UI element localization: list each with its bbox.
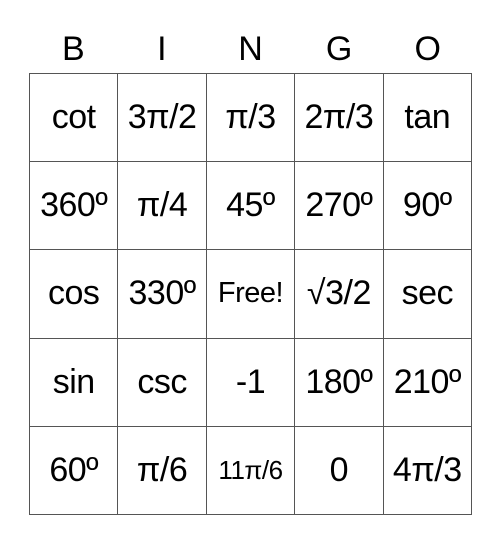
bingo-cell[interactable]: -1 <box>206 338 296 427</box>
bingo-header: B I N G O <box>29 26 472 72</box>
bingo-cell[interactable]: cot <box>30 74 119 163</box>
bingo-cell[interactable]: π/4 <box>118 162 207 251</box>
header-letter-o: O <box>414 30 441 68</box>
bingo-cell[interactable]: 4π/3 <box>383 426 472 515</box>
header-letter-b: B <box>61 30 85 68</box>
free-space-cell[interactable]: Free! <box>206 250 296 339</box>
bingo-cell[interactable]: π/6 <box>118 426 207 515</box>
bingo-cell[interactable]: 330º <box>118 250 207 339</box>
bingo-cell[interactable]: 360º <box>30 162 119 251</box>
bingo-cell[interactable]: 270º <box>295 162 384 251</box>
bingo-cell[interactable]: 180º <box>295 338 384 427</box>
bingo-cell[interactable]: cos <box>30 250 119 339</box>
bingo-card-grid: cot 3π/2 π/3 2π/3 tan 360º π/4 45º 270º … <box>29 73 472 515</box>
bingo-cell[interactable]: csc <box>118 338 207 427</box>
bingo-cell[interactable]: 45º <box>206 162 296 251</box>
bingo-cell[interactable]: 60º <box>30 426 119 515</box>
bingo-cell[interactable]: tan <box>383 74 472 163</box>
bingo-cell[interactable]: sin <box>30 338 119 427</box>
bingo-cell[interactable]: 0 <box>295 426 384 515</box>
bingo-cell[interactable]: sec <box>383 250 472 339</box>
bingo-cell[interactable]: 210º <box>383 338 472 427</box>
header-letter-i: I <box>157 30 167 68</box>
header-letter-g: G <box>325 30 353 68</box>
bingo-cell[interactable]: 90º <box>383 162 472 251</box>
bingo-cell[interactable]: 2π/3 <box>295 74 384 163</box>
bingo-cell[interactable]: 11π/6 <box>206 426 296 515</box>
bingo-cell[interactable]: 3π/2 <box>118 74 207 163</box>
header-letter-n: N <box>238 30 263 68</box>
bingo-cell[interactable]: π/3 <box>206 74 296 163</box>
bingo-cell[interactable]: √3/2 <box>295 250 384 339</box>
